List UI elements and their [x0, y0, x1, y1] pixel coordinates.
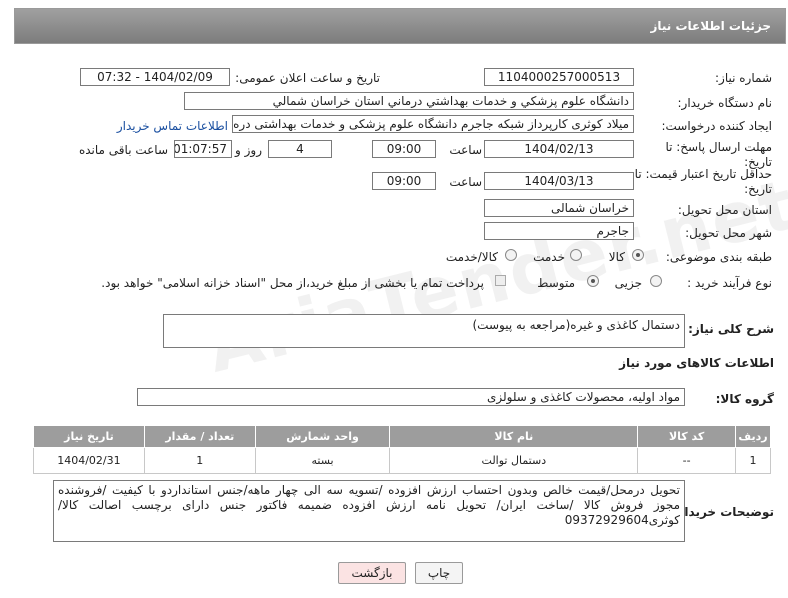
cell-name: دستمال توالت [389, 447, 639, 474]
goods-table: ردیف کد کالا نام کالا واحد شمارش تعداد /… [33, 425, 771, 474]
treasury-payment-note: پرداخت تمام یا بخشی از مبلغ خرید،از محل … [101, 276, 484, 290]
need-number-field: 1104000257000513 [484, 68, 634, 86]
deadline-label: مهلت ارسال پاسخ: تا تاریخ: [665, 140, 772, 169]
summary-label: شرح کلی نیاز: [688, 322, 774, 336]
col-unit: واحد شمارش [254, 425, 391, 448]
process-radio-small[interactable] [650, 275, 662, 287]
treasury-payment-checkbox[interactable] [495, 275, 506, 286]
goods-group-label: گروه کالا: [715, 392, 774, 406]
buyer-notes-label: توضیحات خریدار: [672, 505, 774, 519]
requester-field: میلاد کوثری کارپرداز شبکه جاجرم دانشگاه … [232, 115, 634, 133]
buyer-org-label: نام دستگاه خریدار: [677, 96, 773, 110]
requester-label: ایجاد کننده درخواست: [661, 119, 772, 133]
category-option-both: کالا/خدمت [445, 250, 498, 264]
validity-time-label: ساعت [449, 175, 482, 189]
cell-row: 1 [735, 447, 771, 474]
category-option-service: خدمت [533, 250, 565, 264]
header-bar: جزئیات اطلاعات نیاز [14, 8, 786, 44]
back-button[interactable]: بازگشت [338, 562, 406, 584]
announce-field: 1404/02/09 - 07:32 [80, 68, 230, 86]
page-title: جزئیات اطلاعات نیاز [650, 19, 771, 33]
col-code: کد کالا [637, 425, 736, 448]
buyer-notes-field: تحویل درمحل/قیمت خالص وبدون احتساب ارزش … [53, 480, 685, 542]
col-row: ردیف [735, 425, 771, 448]
days-label: روز و [235, 143, 262, 157]
city-field: جاجرم [484, 222, 634, 240]
process-radio-medium[interactable] [587, 275, 599, 287]
cell-code: -- [637, 447, 736, 474]
validity-label: حداقل تاریخ اعتبار قیمت: تا تاریخ: [634, 167, 772, 196]
process-option-small: جزیی [614, 276, 642, 290]
validity-time-field: 09:00 [372, 172, 436, 190]
validity-date-field: 1404/03/13 [484, 172, 634, 190]
deadline-time-field: 09:00 [372, 140, 436, 158]
goods-table-header: ردیف کد کالا نام کالا واحد شمارش تعداد /… [33, 425, 771, 448]
buyer-org-field: دانشگاه علوم پزشکي و خدمات بهداشتي درمان… [184, 92, 634, 110]
process-option-medium: متوسط [537, 276, 575, 290]
contact-buyer-link[interactable]: اطلاعات تماس خریدار [117, 119, 228, 133]
deadline-date-field: 1404/02/13 [484, 140, 634, 158]
category-label: طبقه بندی موضوعی: [665, 250, 772, 264]
province-label: استان محل تحویل: [677, 203, 772, 217]
category-radio-goods[interactable] [632, 249, 644, 261]
city-label: شهر محل تحویل: [685, 226, 772, 240]
cell-quantity: 1 [143, 447, 256, 474]
category-radio-service[interactable] [570, 249, 582, 261]
province-field: خراسان شمالی [484, 199, 634, 217]
col-name: نام کالا [389, 425, 639, 448]
goods-section-title: اطلاعات کالاهای مورد نیاز [619, 356, 774, 370]
days-field: 4 [268, 140, 332, 158]
col-date: تاریخ نیاز [33, 425, 145, 448]
print-button[interactable]: چاپ [415, 562, 463, 584]
col-quantity: تعداد / مقدار [143, 425, 256, 448]
announce-label: تاریخ و ساعت اعلان عمومی: [235, 71, 380, 85]
cell-date: 1404/02/31 [33, 447, 145, 474]
process-label: نوع فرآیند خرید : [687, 276, 772, 290]
table-row: 1 -- دستمال توالت بسته 1 1404/02/31 [33, 447, 771, 474]
category-radio-both[interactable] [505, 249, 517, 261]
need-number-label: شماره نیاز: [715, 71, 772, 85]
remaining-time-field: 01:07:57 [174, 140, 232, 158]
deadline-time-label: ساعت [449, 143, 482, 157]
remaining-label: ساعت باقی مانده [78, 143, 168, 157]
summary-field: دستمال کاغذی و غیره(مراجعه به پیوست) [163, 314, 685, 348]
category-option-goods: کالا [608, 250, 625, 264]
goods-group-field: مواد اولیه، محصولات کاغذی و سلولزی [137, 388, 685, 406]
cell-unit: بسته [254, 447, 391, 474]
